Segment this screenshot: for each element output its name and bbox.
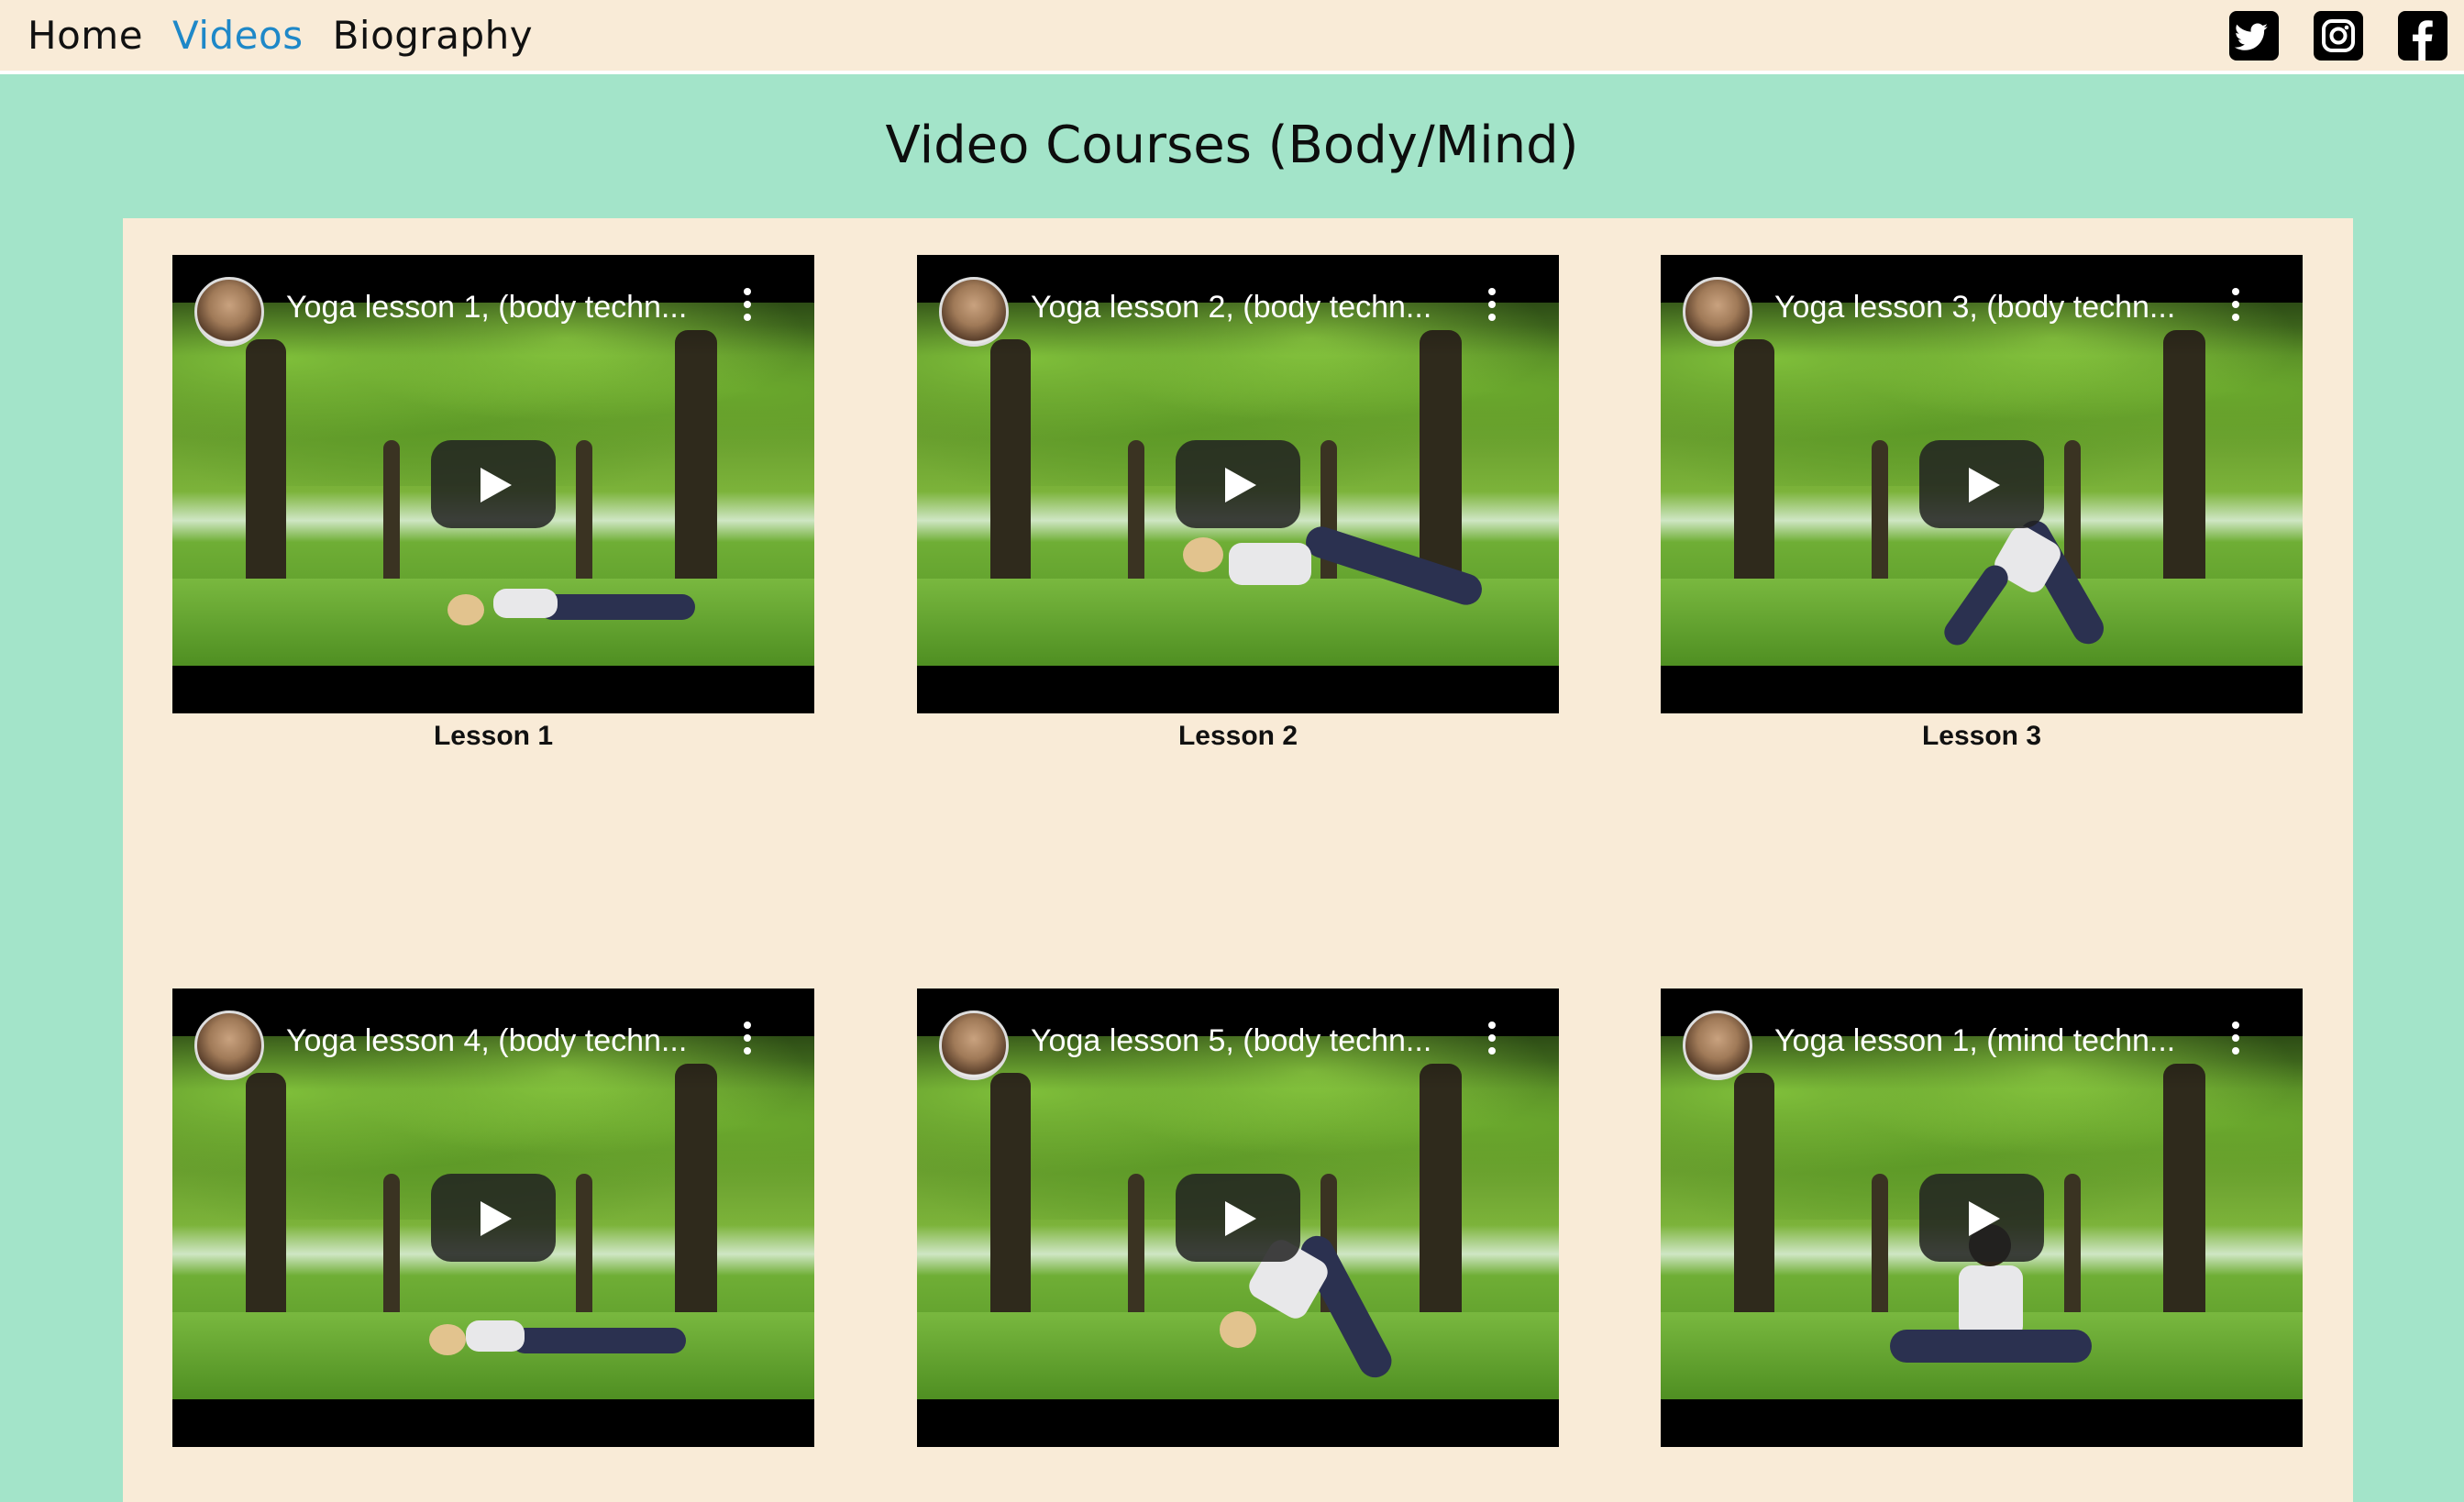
twitter-icon[interactable] [2229,10,2279,61]
video-player[interactable]: Yoga lesson 2, (body techn... [917,255,1559,713]
video-player[interactable]: Yoga lesson 3, (body techn... [1661,255,2303,713]
video-player[interactable]: Yoga lesson 1, (mind techn... [1661,988,2303,1447]
video-title[interactable]: Yoga lesson 2, (body techn... [1031,290,1462,326]
play-button[interactable] [431,440,556,528]
video-card: Yoga lesson 4, (body techn... [172,988,814,1447]
video-card: Yoga lesson 1, (mind techn... [1661,988,2303,1447]
more-options-icon[interactable] [1487,288,1497,325]
video-title[interactable]: Yoga lesson 4, (body techn... [286,1023,717,1059]
play-button[interactable] [1919,1174,2044,1262]
video-title[interactable]: Yoga lesson 5, (body techn... [1031,1023,1462,1059]
channel-avatar[interactable] [1683,1011,1752,1080]
video-caption: Lesson 3 [1921,721,2042,751]
play-button[interactable] [1176,440,1300,528]
video-card: Yoga lesson 3, (body techn... Lesson 3 [1661,255,2303,752]
page-title: Video Courses (Body/Mind) [885,116,1579,175]
more-options-icon[interactable] [2231,288,2240,325]
channel-avatar[interactable] [194,277,264,347]
instagram-icon[interactable] [2314,10,2363,61]
video-title[interactable]: Yoga lesson 1, (mind techn... [1774,1023,2205,1059]
top-navigation-bar: Home Videos Biography [0,0,2464,74]
video-player[interactable]: Yoga lesson 4, (body techn... [172,988,814,1447]
play-button[interactable] [1176,1174,1300,1262]
video-grid-panel: Yoga lesson 1, (body techn... Lesson 1 Y… [123,218,2353,1502]
nav-videos-link[interactable]: Videos [172,13,304,58]
video-player[interactable]: Yoga lesson 1, (body techn... [172,255,814,713]
more-options-icon[interactable] [1487,1022,1497,1058]
video-card: Yoga lesson 2, (body techn... Lesson 2 [917,255,1559,752]
channel-avatar[interactable] [1683,277,1752,347]
video-title[interactable]: Yoga lesson 1, (body techn... [286,290,717,326]
video-card: Yoga lesson 5, (body techn... [917,988,1559,1447]
more-options-icon[interactable] [2231,1022,2240,1058]
nav-biography-link[interactable]: Biography [333,13,533,58]
video-title[interactable]: Yoga lesson 3, (body techn... [1774,290,2205,326]
more-options-icon[interactable] [743,1022,752,1058]
video-caption: Lesson 2 [1177,721,1298,751]
video-caption: Lesson 1 [433,721,554,751]
channel-avatar[interactable] [939,1011,1009,1080]
main-nav: Home Videos Biography [28,0,533,71]
more-options-icon[interactable] [743,288,752,325]
facebook-icon[interactable] [2398,10,2447,61]
social-links [2229,0,2447,71]
video-card: Yoga lesson 1, (body techn... Lesson 1 [172,255,814,752]
channel-avatar[interactable] [939,277,1009,347]
play-button[interactable] [431,1174,556,1262]
channel-avatar[interactable] [194,1011,264,1080]
play-button[interactable] [1919,440,2044,528]
nav-home-link[interactable]: Home [28,13,143,58]
video-player[interactable]: Yoga lesson 5, (body techn... [917,988,1559,1447]
